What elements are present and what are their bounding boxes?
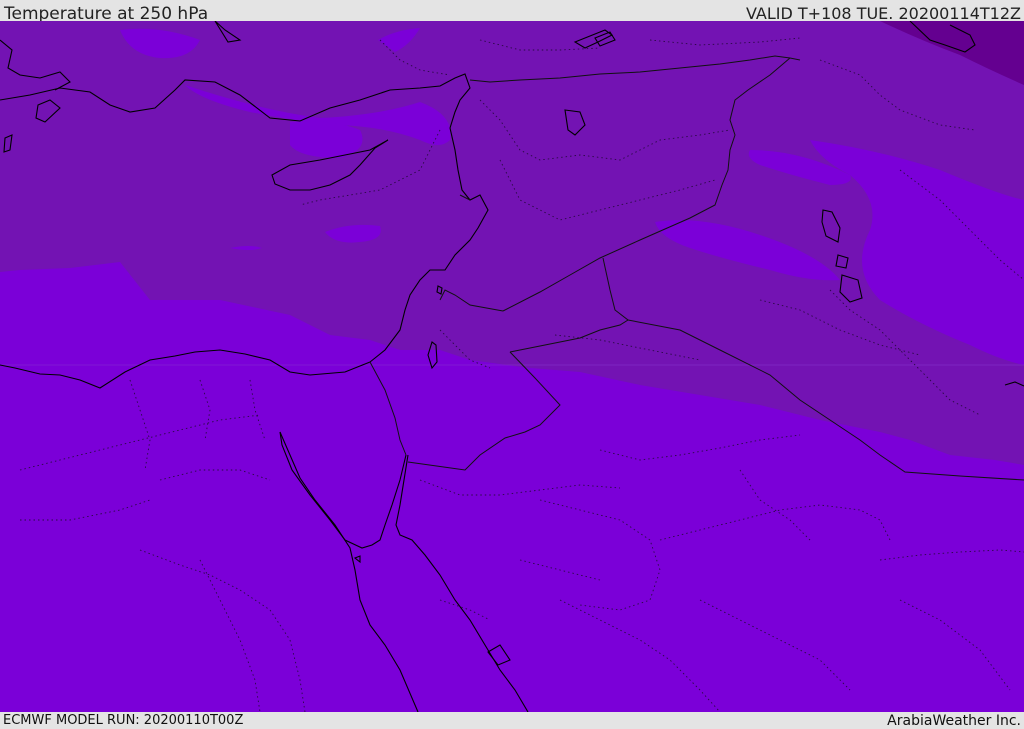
footer-bar: ECMWF MODEL RUN: 20200110T00Z ArabiaWeat…	[0, 712, 1024, 729]
weather-map	[0, 21, 1024, 712]
model-run-label: ECMWF MODEL RUN: 20200110T00Z	[3, 713, 244, 728]
credit-label: ArabiaWeather Inc.	[887, 713, 1021, 729]
header-bar: Temperature at 250 hPa VALID T+108 TUE. …	[0, 0, 1024, 24]
